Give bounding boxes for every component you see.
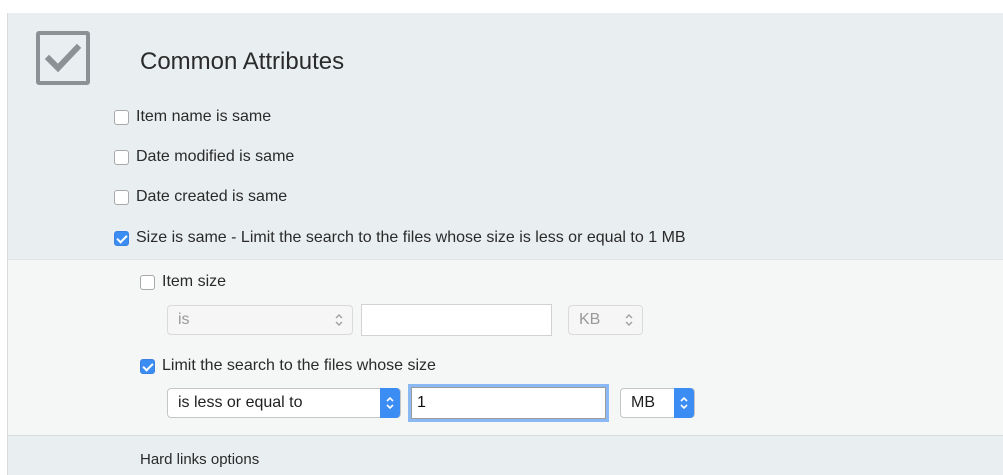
item-size-comparison-select[interactable]: is bbox=[167, 305, 353, 335]
select-stepper bbox=[674, 388, 694, 418]
option-date-created[interactable]: Date created is same bbox=[114, 188, 287, 206]
item-size-unit-select[interactable]: KB bbox=[568, 305, 643, 335]
limit-size-input[interactable]: 1 bbox=[411, 387, 606, 419]
date-modified-checkbox[interactable] bbox=[114, 149, 129, 165]
option-date-modified[interactable]: Date modified is same bbox=[114, 148, 294, 166]
option-label: Item name is same bbox=[136, 108, 272, 125]
size-same-checkbox[interactable] bbox=[114, 230, 129, 246]
limit-search-label: Limit the search to the files whose size bbox=[162, 357, 436, 374]
select-value: KB bbox=[579, 311, 601, 328]
limit-comparison-select[interactable]: is less or equal to bbox=[167, 388, 401, 418]
chevron-updown-icon bbox=[386, 396, 394, 410]
option-label: Date created is same bbox=[136, 188, 288, 205]
item-size-checkbox[interactable] bbox=[140, 274, 155, 290]
item-size-input[interactable] bbox=[361, 304, 552, 336]
chevron-updown-icon bbox=[625, 314, 633, 326]
select-value: is less or equal to bbox=[178, 394, 303, 411]
option-label: Date modified is same bbox=[136, 148, 295, 165]
limit-search-checkbox[interactable] bbox=[140, 358, 155, 374]
chevron-updown-icon bbox=[335, 314, 343, 326]
chevron-updown-icon bbox=[680, 396, 688, 410]
select-stepper bbox=[380, 388, 400, 418]
date-created-checkbox[interactable] bbox=[114, 189, 129, 205]
select-value: is bbox=[178, 311, 190, 328]
item-size-label: Item size bbox=[162, 273, 227, 290]
section-title: Common Attributes bbox=[140, 48, 345, 75]
section-checkbox[interactable] bbox=[36, 31, 90, 85]
select-value: MB bbox=[631, 394, 655, 411]
option-item-name[interactable]: Item name is same bbox=[114, 108, 271, 126]
limit-unit-select[interactable]: MB bbox=[620, 388, 695, 418]
input-value: 1 bbox=[417, 394, 426, 411]
limit-search-option[interactable]: Limit the search to the files whose size bbox=[140, 357, 436, 375]
item-name-checkbox[interactable] bbox=[114, 109, 129, 125]
option-size-same[interactable]: Size is same - Limit the search to the f… bbox=[114, 229, 686, 247]
item-size-option[interactable]: Item size bbox=[140, 273, 226, 291]
option-label: Size is same - Limit the search to the f… bbox=[136, 229, 686, 246]
hard-links-options-header[interactable]: Hard links options bbox=[140, 451, 259, 468]
checkmark-icon bbox=[44, 43, 82, 73]
